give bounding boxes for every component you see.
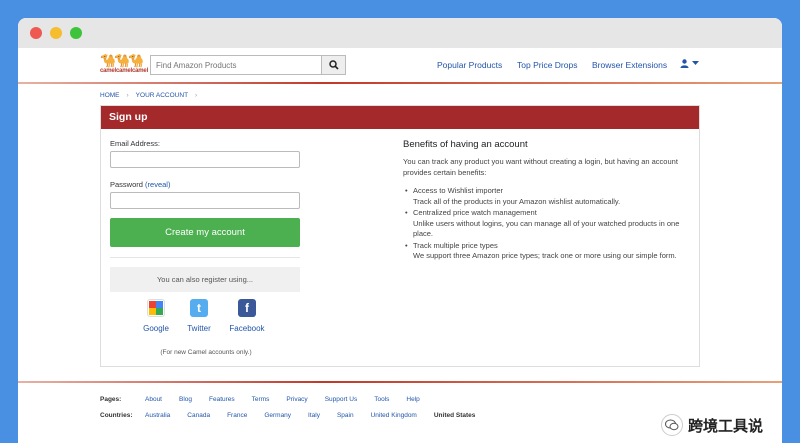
nav-top-price-drops[interactable]: Top Price Drops: [517, 60, 577, 70]
watermark-text: 跨境工具说: [688, 416, 764, 435]
benefit-desc: We support three Amazon price types; tra…: [413, 251, 677, 260]
signup-panel: Sign up Email Address: Password (reveal)…: [100, 105, 700, 367]
facebook-icon: f: [238, 299, 256, 317]
close-window-button[interactable]: [30, 27, 42, 39]
password-field[interactable]: [110, 192, 300, 209]
password-label: Password (reveal): [110, 180, 300, 189]
twitter-icon: t: [190, 299, 208, 317]
camel-icon: 🐪: [128, 53, 145, 68]
footer-link[interactable]: Support Us: [325, 396, 358, 403]
minimize-window-button[interactable]: [50, 27, 62, 39]
country-link[interactable]: Italy: [308, 412, 320, 419]
signup-form: Email Address: Password (reveal) Create …: [110, 139, 300, 292]
breadcrumb-separator: ›: [195, 92, 198, 99]
breadcrumb-home[interactable]: HOME: [100, 92, 120, 99]
list-item: Access to Wishlist importer Track all of…: [403, 186, 693, 207]
search-button[interactable]: [321, 56, 345, 74]
facebook-signup[interactable]: f Facebook: [217, 299, 277, 333]
footer-pages: Pages: About Blog Features Terms Privacy…: [100, 396, 437, 403]
country-link[interactable]: France: [227, 412, 247, 419]
footer-link[interactable]: Features: [209, 396, 235, 403]
country-link[interactable]: Australia: [145, 412, 170, 419]
caret-down-icon: [692, 61, 699, 65]
benefit-title: Centralized price watch management: [413, 208, 537, 217]
wechat-icon: [661, 414, 683, 436]
country-link[interactable]: Spain: [337, 412, 354, 419]
title-bar: [18, 18, 782, 48]
benefits-title: Benefits of having an account: [403, 139, 528, 150]
benefits-list: Access to Wishlist importer Track all of…: [403, 186, 693, 262]
also-register-box: You can also register using...: [110, 267, 300, 292]
nav-popular-products[interactable]: Popular Products: [437, 60, 502, 70]
browser-window: 🐪 🐪 🐪 camelcamelcamel Popular Products T…: [18, 18, 782, 443]
country-link[interactable]: Germany: [264, 412, 291, 419]
list-item: Track multiple price types We support th…: [403, 241, 693, 262]
footer-link[interactable]: Blog: [179, 396, 192, 403]
create-account-button[interactable]: Create my account: [110, 218, 300, 247]
footer-link[interactable]: About: [145, 396, 162, 403]
password-label-text: Password: [110, 180, 143, 189]
footer-link[interactable]: Terms: [252, 396, 270, 403]
watermark: 跨境工具说: [661, 414, 763, 436]
benefits-section: Benefits of having an account You can tr…: [403, 139, 693, 263]
search-input[interactable]: [151, 56, 321, 74]
email-field[interactable]: [110, 151, 300, 168]
breadcrumb: HOME › YOUR ACCOUNT ›: [100, 92, 197, 99]
google-icon: [147, 299, 165, 317]
search-icon: [328, 60, 339, 70]
search-bar: [150, 55, 346, 75]
benefit-title: Access to Wishlist importer: [413, 186, 504, 195]
logo-text: camelcamelcamel: [100, 68, 149, 74]
footer-link[interactable]: Tools: [374, 396, 389, 403]
footer-link[interactable]: Privacy: [286, 396, 307, 403]
facebook-label: Facebook: [229, 324, 265, 333]
reveal-password-link[interactable]: (reveal): [145, 180, 170, 189]
site-header: 🐪 🐪 🐪 camelcamelcamel Popular Products T…: [18, 48, 782, 82]
social-note: (For new Camel accounts only.): [160, 349, 252, 356]
breadcrumb-your-account[interactable]: YOUR ACCOUNT: [136, 92, 188, 99]
breadcrumb-separator: ›: [126, 92, 129, 99]
country-link-active[interactable]: United States: [434, 412, 476, 419]
form-divider: [110, 257, 300, 258]
nav-browser-extensions[interactable]: Browser Extensions: [592, 60, 667, 70]
maximize-window-button[interactable]: [70, 27, 82, 39]
country-link[interactable]: United Kingdom: [371, 412, 417, 419]
footer-link[interactable]: Help: [406, 396, 419, 403]
footer-divider: [18, 381, 782, 383]
footer-pages-label: Pages:: [100, 396, 122, 403]
email-label: Email Address:: [110, 139, 161, 148]
list-item: Centralized price watch management Unlik…: [403, 208, 693, 240]
header-divider: [18, 82, 782, 84]
benefit-desc: Track all of the products in your Amazon…: [413, 196, 621, 206]
country-link[interactable]: Canada: [187, 412, 210, 419]
footer-countries: Countries: Australia Canada France Germa…: [100, 412, 492, 419]
benefit-desc: Unlike users without logins, you can man…: [413, 218, 680, 239]
site-logo[interactable]: 🐪 🐪 🐪 camelcamelcamel: [100, 53, 149, 76]
benefit-title: Track multiple price types: [413, 240, 498, 250]
user-menu[interactable]: [680, 59, 699, 68]
benefits-intro: You can track any product you want witho…: [403, 157, 678, 177]
footer-countries-label: Countries:: [100, 412, 133, 419]
user-icon: [680, 59, 689, 68]
panel-title: Sign up: [101, 106, 699, 129]
